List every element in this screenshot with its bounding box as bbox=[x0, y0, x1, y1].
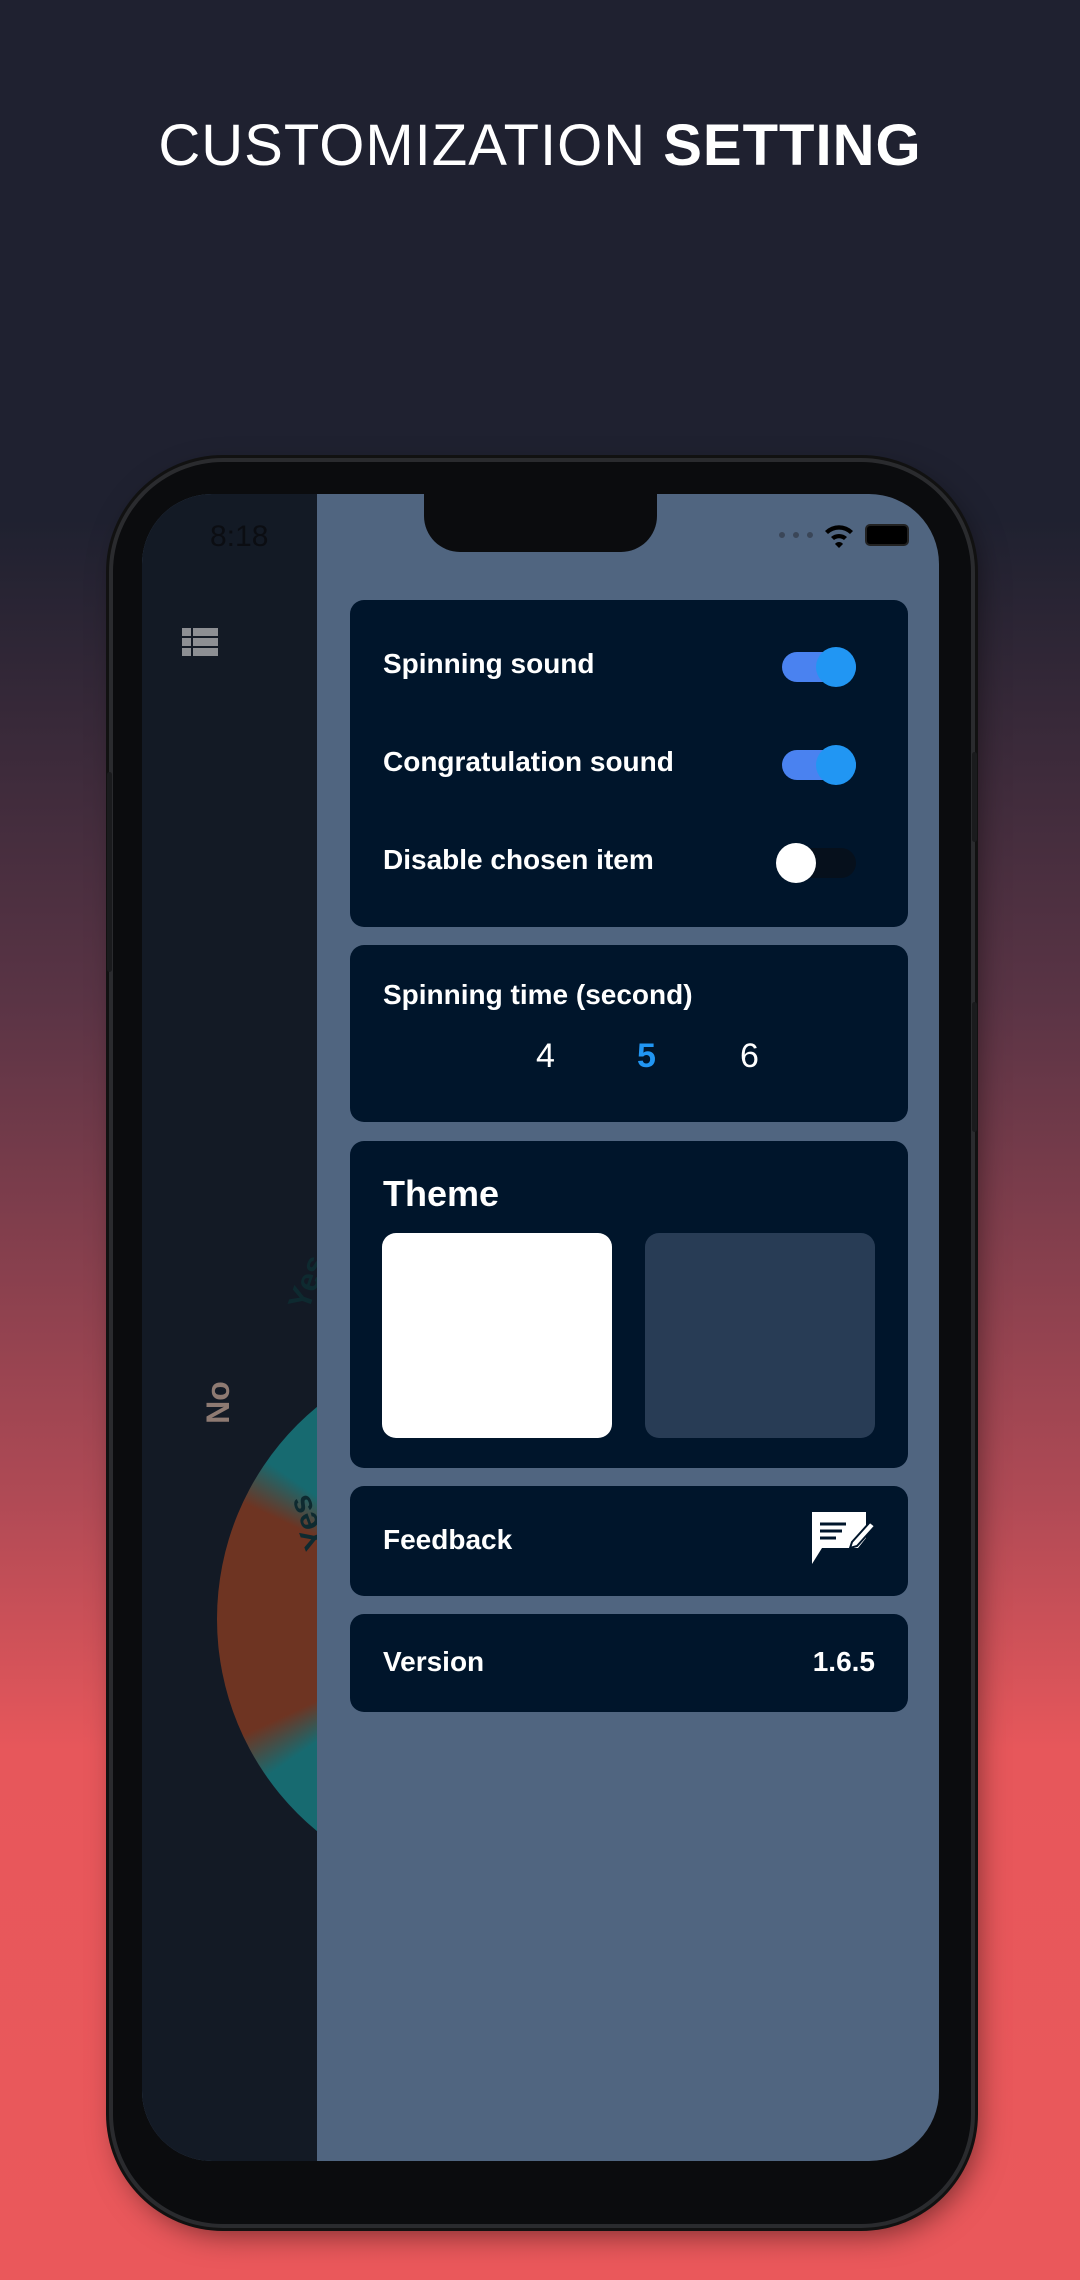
spinning-sound-toggle[interactable] bbox=[782, 647, 856, 687]
headline-bold: SETTING bbox=[663, 113, 922, 178]
status-time: 8:18 bbox=[210, 520, 269, 553]
status-icons bbox=[779, 522, 909, 548]
side-button bbox=[972, 752, 977, 842]
wheel-label: No bbox=[199, 1381, 236, 1424]
time-option-5-selected[interactable]: 5 bbox=[637, 1037, 656, 1076]
camera-notch bbox=[424, 494, 657, 552]
wheel-label: Yes bbox=[280, 1250, 317, 1315]
spinning-time-label: Spinning time (second) bbox=[383, 979, 693, 1010]
volume-button bbox=[107, 772, 112, 972]
headline: CUSTOMIZATION SETTING bbox=[0, 112, 1080, 179]
congratulation-sound-toggle[interactable] bbox=[782, 745, 856, 785]
spinning-time-card: Spinning time (second) 4 5 6 bbox=[350, 945, 908, 1122]
headline-light: CUSTOMIZATION bbox=[158, 113, 647, 178]
theme-card: Theme bbox=[350, 1141, 908, 1468]
theme-label: Theme bbox=[383, 1173, 500, 1214]
wheel-screen-behind: Yes No Yes bbox=[142, 494, 317, 2161]
battery-icon bbox=[865, 524, 909, 546]
time-option-4[interactable]: 4 bbox=[536, 1037, 555, 1076]
signal-icon bbox=[779, 532, 813, 538]
feedback-label: Feedback bbox=[383, 1524, 513, 1555]
feedback-button[interactable]: Feedback bbox=[350, 1486, 908, 1596]
disable-chosen-item-label: Disable chosen item bbox=[383, 844, 654, 875]
theme-dark-swatch[interactable] bbox=[645, 1233, 875, 1438]
version-card: Version 1.6.5 bbox=[350, 1614, 908, 1712]
spinning-sound-label: Spinning sound bbox=[383, 648, 595, 679]
list-menu-icon[interactable] bbox=[182, 628, 218, 656]
version-label: Version bbox=[383, 1646, 485, 1677]
time-option-6[interactable]: 6 bbox=[740, 1037, 759, 1076]
version-value: 1.6.5 bbox=[812, 1646, 875, 1677]
screen: Yes No Yes 8:18 Spinning sound Congratul… bbox=[142, 494, 939, 2161]
theme-light-swatch[interactable] bbox=[382, 1233, 612, 1438]
feedback-edit-icon[interactable] bbox=[810, 1508, 876, 1570]
sound-settings-card: Spinning sound Congratulation sound Disa… bbox=[350, 600, 908, 927]
power-button bbox=[972, 1002, 977, 1132]
wifi-icon bbox=[825, 525, 853, 548]
disable-chosen-item-toggle[interactable] bbox=[776, 843, 856, 883]
spin-wheel bbox=[217, 1344, 317, 1894]
phone-frame: Yes No Yes 8:18 Spinning sound Congratul… bbox=[107, 462, 977, 2224]
congratulation-sound-label: Congratulation sound bbox=[383, 746, 674, 777]
